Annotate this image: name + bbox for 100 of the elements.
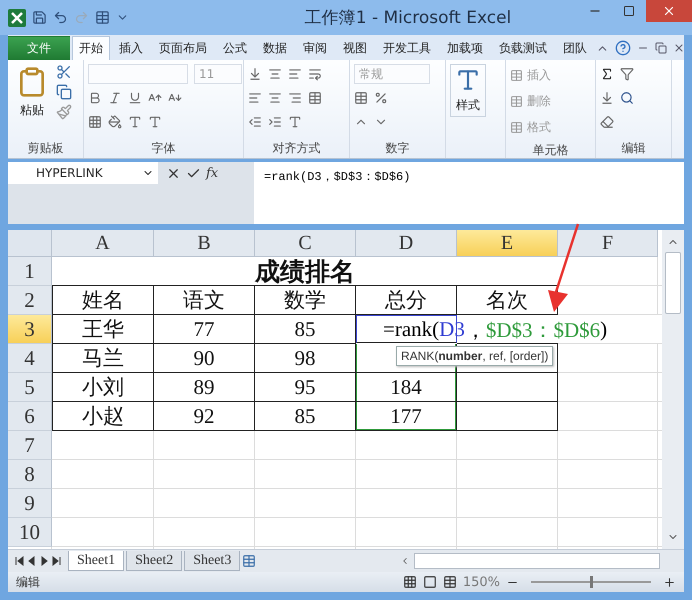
sheet-tab[interactable]: Sheet2 — [126, 551, 182, 571]
phonetic-icon[interactable] — [148, 115, 162, 129]
close-button[interactable] — [646, 0, 692, 22]
sheet-tab[interactable]: Sheet1 — [68, 551, 124, 571]
insert-function-button[interactable]: fx — [206, 166, 218, 180]
bold-icon[interactable] — [88, 91, 102, 105]
zoom-level: 150% — [462, 574, 500, 590]
row-header[interactable]: 5 — [8, 373, 52, 402]
scroll-thumb[interactable] — [414, 553, 660, 569]
table-cell: 小刘 — [52, 373, 154, 402]
table-icon[interactable] — [510, 68, 523, 82]
top-align-icon[interactable] — [248, 67, 262, 81]
decrease-indent-icon[interactable] — [248, 115, 262, 129]
row-header[interactable]: 4 — [8, 344, 52, 373]
row-header[interactable]: 2 — [8, 286, 52, 315]
undo-icon[interactable] — [53, 10, 68, 25]
ribbon-tab[interactable]: 开始 — [72, 36, 110, 60]
merge-cells-icon[interactable] — [308, 91, 322, 105]
row-header[interactable]: 10 — [8, 518, 52, 547]
close-icon[interactable] — [673, 42, 685, 54]
table-icon[interactable] — [510, 94, 523, 108]
font-color-icon[interactable] — [128, 115, 142, 129]
row-header[interactable]: 9 — [8, 489, 52, 518]
column-header[interactable]: B — [154, 230, 255, 257]
paste-button[interactable]: 粘贴 — [12, 64, 52, 121]
ribbon-tab[interactable]: 页面布局 — [152, 36, 214, 60]
table-cell: 85 — [255, 315, 356, 344]
increase-indent-icon[interactable] — [268, 115, 282, 129]
formula-field[interactable]: =rank(D3，$D$3：$D$6) — [254, 162, 684, 224]
table-cell: 89 — [154, 373, 255, 402]
borders-icon[interactable] — [88, 115, 102, 129]
percent-icon[interactable] — [374, 91, 388, 105]
ribbon-tab[interactable]: 插入 — [112, 36, 150, 60]
copy-icon[interactable] — [56, 84, 72, 100]
sum-icon[interactable] — [600, 67, 614, 81]
row-header[interactable]: 8 — [8, 460, 52, 489]
file-tab[interactable]: 文件 — [8, 36, 70, 60]
table-icon[interactable] — [510, 120, 523, 134]
page-break-icon[interactable] — [442, 575, 457, 589]
help-icon[interactable] — [615, 40, 631, 56]
table-cell: 小赵 — [52, 402, 154, 431]
maximize-icon[interactable] — [623, 5, 635, 17]
group-label: 单元格 — [532, 143, 568, 157]
column-header[interactable]: F — [558, 230, 658, 257]
new-sheet-icon[interactable] — [242, 554, 256, 568]
table-icon[interactable] — [95, 10, 110, 25]
column-header[interactable]: E — [457, 230, 558, 257]
normal-view-icon[interactable] — [402, 575, 417, 589]
align-right-icon[interactable] — [288, 91, 302, 105]
ribbon-tab[interactable]: 审阅 — [296, 36, 334, 60]
scissors-icon[interactable] — [56, 64, 72, 80]
ribbon-tab[interactable]: 公式 — [216, 36, 254, 60]
scroll-thumb[interactable] — [665, 252, 681, 314]
page-layout-icon[interactable] — [422, 575, 437, 589]
row-header[interactable]: 7 — [8, 431, 52, 460]
align-center-icon[interactable] — [268, 91, 282, 105]
middle-align-icon[interactable] — [268, 67, 282, 81]
group-label: 编辑 — [622, 141, 646, 155]
close-icon[interactable] — [662, 4, 676, 18]
paintbrush-icon[interactable] — [56, 104, 72, 120]
ribbon-tab[interactable]: 团队 — [556, 36, 594, 60]
table-cell: 177 — [356, 402, 457, 431]
sheet-tab[interactable]: Sheet3 — [184, 551, 240, 571]
fill-icon[interactable] — [600, 91, 614, 105]
restore-icon[interactable] — [655, 42, 667, 54]
sort-filter-icon[interactable] — [620, 67, 634, 81]
save-icon[interactable] — [32, 10, 47, 25]
underline-icon[interactable] — [128, 91, 142, 105]
table-cell: 90 — [154, 344, 255, 373]
ribbon-tab[interactable]: 数据 — [256, 36, 294, 60]
styles-button[interactable]: 样式 — [450, 64, 486, 117]
table-cell: 77 — [154, 315, 255, 344]
column-header[interactable]: A — [52, 230, 154, 257]
row-header[interactable]: 1 — [8, 257, 52, 286]
search-icon[interactable] — [620, 91, 634, 105]
name-box[interactable]: HYPERLINK — [8, 162, 158, 184]
ribbon-tab[interactable]: 加载项 — [440, 36, 490, 60]
table-cell: 总分 — [356, 286, 457, 315]
column-header[interactable]: C — [255, 230, 356, 257]
currency-icon[interactable] — [354, 91, 368, 105]
zoom-in-icon[interactable] — [663, 576, 676, 588]
table-cell: 马兰 — [52, 344, 154, 373]
ribbon-tab[interactable]: 视图 — [336, 36, 374, 60]
fill-color-icon[interactable] — [108, 115, 122, 129]
ribbon-tab[interactable]: 开发工具 — [376, 36, 438, 60]
group-label: 字体 — [152, 141, 176, 155]
group-label: 数字 — [386, 141, 410, 155]
italic-icon[interactable] — [108, 91, 122, 105]
orientation-icon[interactable] — [288, 115, 302, 129]
row-header[interactable]: 6 — [8, 402, 52, 431]
eraser-icon[interactable] — [600, 115, 614, 129]
bottom-align-icon[interactable] — [288, 67, 302, 81]
wrap-text-icon[interactable] — [308, 67, 322, 81]
align-left-icon[interactable] — [248, 91, 262, 105]
table-cell: 184 — [356, 373, 457, 402]
column-header[interactable]: D — [356, 230, 457, 257]
function-tooltip: RANK(number, ref, [order]) — [396, 346, 554, 366]
ribbon-tab[interactable]: 负载测试 — [492, 36, 554, 60]
table-cell: 语文 — [154, 286, 255, 315]
row-header[interactable]: 3 — [8, 315, 52, 344]
